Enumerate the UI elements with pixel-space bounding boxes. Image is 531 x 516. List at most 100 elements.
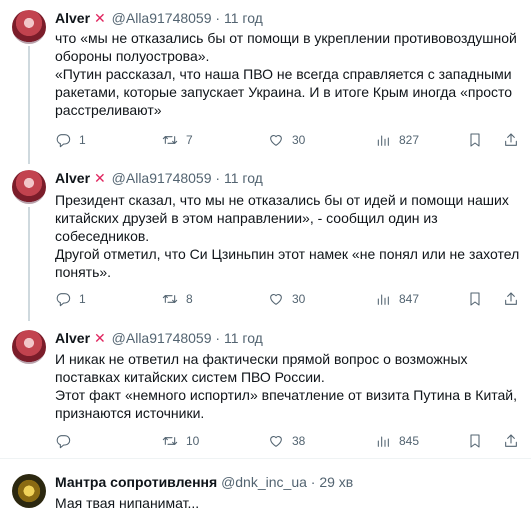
views-button[interactable]: 845 bbox=[375, 431, 419, 451]
timestamp[interactable]: 11 год bbox=[224, 10, 263, 26]
tweet-line: Другой отметил, что Си Цзиньпин этот нам… bbox=[55, 246, 520, 262]
author-handle[interactable]: @Alla91748059 bbox=[112, 330, 212, 346]
author-handle[interactable]: @Alla91748059 bbox=[112, 170, 212, 186]
avatar[interactable] bbox=[12, 474, 46, 508]
like-count: 30 bbox=[292, 133, 306, 147]
views-icon bbox=[377, 436, 389, 447]
retweet-icon bbox=[162, 437, 178, 445]
reply-button[interactable]: 1 bbox=[55, 130, 86, 150]
like-icon bbox=[270, 294, 282, 305]
author-handle[interactable]: @Alla91748059 bbox=[112, 10, 212, 26]
share-icon bbox=[505, 434, 517, 447]
retweet-icon bbox=[162, 295, 178, 303]
reply-icon bbox=[56, 293, 71, 307]
tweet-divider bbox=[0, 458, 531, 459]
tweet-line: обороны полуострова». bbox=[55, 48, 210, 64]
tweet-line: поставках китайских систем ПВО России. bbox=[55, 369, 325, 385]
timestamp[interactable]: 11 год bbox=[224, 330, 263, 346]
retweet-count: 7 bbox=[186, 133, 193, 147]
tweet-actions: 10 38 845 bbox=[55, 431, 517, 451]
author-handle[interactable]: @dnk_inc_ua bbox=[221, 474, 307, 490]
tweet-line: И никак не ответил на фактически прямой … bbox=[55, 351, 468, 367]
timestamp[interactable]: 29 хв bbox=[319, 474, 353, 490]
retweet-button[interactable]: 8 bbox=[162, 289, 193, 309]
views-button[interactable]: 847 bbox=[375, 289, 419, 309]
cross-mark-icon: ✕ bbox=[94, 10, 106, 26]
separator-dot: · bbox=[310, 474, 316, 490]
author-name[interactable]: Alver bbox=[55, 10, 90, 26]
tweet[interactable]: Alver ✕ @Alla91748059 · 11 год что «мы не… bbox=[0, 0, 531, 160]
tweet[interactable]: Мантра сопротивлення @dnk_inc_ua · 29 хв… bbox=[0, 466, 531, 516]
like-button[interactable]: 30 bbox=[268, 130, 305, 150]
tweet-line: расстреливают» bbox=[55, 102, 162, 118]
share-icon bbox=[505, 133, 517, 146]
author-name[interactable]: Alver bbox=[55, 170, 90, 186]
author-name[interactable]: Alver bbox=[55, 330, 90, 346]
tweet-header: Alver ✕ @Alla91748059 · 11 год bbox=[55, 169, 263, 187]
bookmark-button[interactable] bbox=[467, 431, 483, 451]
tweet-line: Этот факт «немного испортил» впечатление… bbox=[55, 387, 518, 403]
views-button[interactable]: 827 bbox=[375, 130, 419, 150]
views-icon bbox=[377, 294, 389, 305]
views-count: 845 bbox=[399, 434, 420, 448]
separator-dot: · bbox=[215, 330, 221, 346]
tweet-header: Alver ✕ @Alla91748059 · 11 год bbox=[55, 9, 263, 27]
like-button[interactable]: 38 bbox=[268, 431, 305, 451]
like-count: 38 bbox=[292, 434, 306, 448]
cross-mark-icon: ✕ bbox=[94, 170, 106, 186]
views-count: 847 bbox=[399, 292, 420, 306]
cross-mark-icon: ✕ bbox=[94, 330, 106, 346]
tweet-text: И никак не ответил на фактически прямой … bbox=[55, 350, 525, 422]
separator-dot: · bbox=[215, 170, 221, 186]
reply-icon bbox=[56, 435, 71, 449]
like-count: 30 bbox=[292, 292, 306, 306]
like-icon bbox=[270, 436, 282, 447]
avatar[interactable] bbox=[12, 10, 46, 44]
tweet-line: собеседников. bbox=[55, 228, 150, 244]
retweet-count: 8 bbox=[186, 292, 193, 306]
retweet-button[interactable]: 7 bbox=[162, 130, 193, 150]
bookmark-icon bbox=[470, 434, 480, 448]
reply-count: 1 bbox=[79, 292, 86, 306]
reply-button[interactable] bbox=[55, 431, 79, 451]
bookmark-button[interactable] bbox=[467, 289, 483, 309]
like-button[interactable]: 30 bbox=[268, 289, 305, 309]
retweet-button[interactable]: 10 bbox=[162, 431, 199, 451]
tweet-actions: 1 7 30 827 bbox=[55, 130, 517, 150]
reply-icon bbox=[56, 134, 71, 148]
tweet-line: что «мы не отказались бы от помощи в укр… bbox=[55, 30, 517, 46]
timestamp[interactable]: 11 год bbox=[224, 170, 263, 186]
views-icon bbox=[377, 135, 389, 146]
tweet-line: Мая твая нипанимат... bbox=[55, 495, 200, 511]
bookmark-icon bbox=[470, 292, 480, 306]
tweet-line: «Путин рассказал, что наша ПВО не всегда… bbox=[55, 66, 512, 82]
bookmark-icon bbox=[470, 133, 480, 147]
avatar[interactable] bbox=[12, 330, 46, 364]
views-count: 827 bbox=[399, 133, 420, 147]
author-name[interactable]: Мантра сопротивлення bbox=[55, 474, 217, 490]
tweet-text: Мая твая нипанимат... bbox=[55, 494, 525, 512]
share-button[interactable] bbox=[503, 431, 519, 451]
share-button[interactable] bbox=[503, 130, 519, 150]
reply-count: 1 bbox=[79, 133, 86, 147]
share-button[interactable] bbox=[503, 289, 519, 309]
tweet-line: ракетами, которые запускает Украина. И в… bbox=[55, 84, 513, 100]
share-icon bbox=[505, 292, 517, 305]
bookmark-button[interactable] bbox=[467, 130, 483, 150]
separator-dot: · bbox=[215, 10, 221, 26]
avatar[interactable] bbox=[12, 170, 46, 204]
tweet[interactable]: Alver ✕ @Alla91748059 · 11 год И никак не… bbox=[0, 320, 531, 458]
tweet-header: Alver ✕ @Alla91748059 · 11 год bbox=[55, 329, 263, 347]
tweet-line: признаются источники. bbox=[55, 405, 205, 421]
like-icon bbox=[270, 135, 282, 146]
retweet-count: 10 bbox=[186, 434, 200, 448]
tweet-text: что «мы не отказались бы от помощи в укр… bbox=[55, 29, 525, 119]
tweet-actions: 1 8 30 847 bbox=[55, 289, 517, 309]
tweet-line: Президент сказал, что мы не отказались б… bbox=[55, 192, 509, 208]
tweet-line: китайских друзей в этом направлении», - … bbox=[55, 210, 438, 226]
tweet[interactable]: Alver ✕ @Alla91748059 · 11 год Президент … bbox=[0, 160, 531, 320]
tweet-text: Президент сказал, что мы не отказались б… bbox=[55, 191, 525, 281]
tweet-header: Мантра сопротивлення @dnk_inc_ua · 29 хв bbox=[55, 473, 353, 491]
reply-button[interactable]: 1 bbox=[55, 289, 86, 309]
tweet-line: понять». bbox=[55, 264, 112, 280]
